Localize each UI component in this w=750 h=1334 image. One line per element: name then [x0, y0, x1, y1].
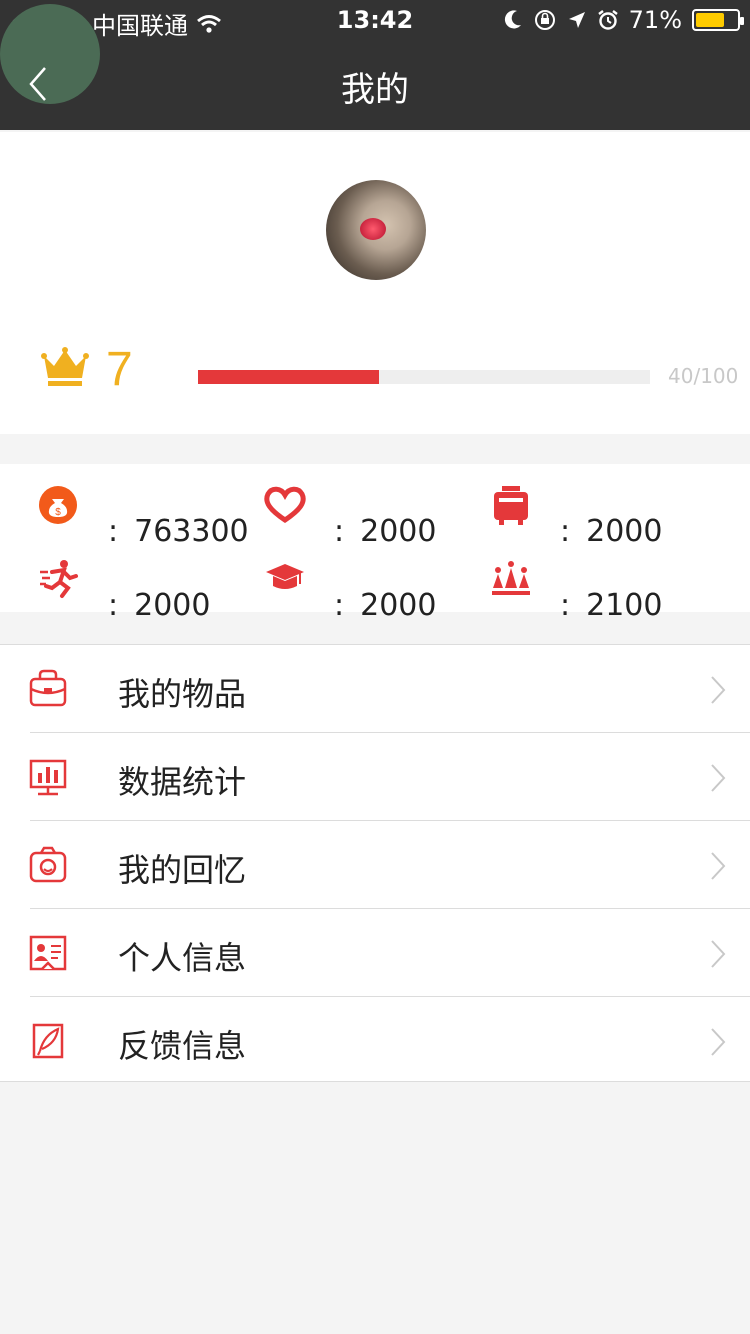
chart-monitor-icon [29, 759, 67, 796]
money-bag-icon: $ [39, 486, 77, 524]
level-progress-text: 40/100 [668, 364, 739, 388]
stat-colon: : [334, 588, 345, 623]
status-bar: 中国联通 13:42 71% [0, 0, 750, 40]
battery-percent: 71% [628, 6, 682, 34]
running-man-icon [40, 560, 78, 598]
feather-pen-icon [32, 1023, 64, 1059]
chevron-right-icon [711, 764, 726, 792]
page-title: 我的 [341, 70, 409, 110]
camera-icon [29, 846, 67, 883]
alarm-icon [597, 10, 618, 30]
stat-value: 2100 [586, 588, 663, 623]
menu-label: 个人信息 [118, 939, 247, 977]
menu-label: 数据统计 [118, 763, 247, 801]
profile-card: 7 40/100 [0, 132, 750, 434]
stat-value: 2000 [586, 514, 663, 549]
pot-icon [494, 486, 528, 525]
stat-value: 2000 [360, 588, 437, 623]
stat-colon: : [560, 514, 571, 549]
graduation-cap-icon [266, 564, 304, 589]
stat-value: 763300 [134, 514, 249, 549]
chevron-right-icon [711, 676, 726, 704]
menu-item-items[interactable]: 我的物品 [0, 645, 750, 733]
stat-colon: : [108, 588, 119, 623]
stat-colon: : [108, 514, 119, 549]
stat-value: 2000 [134, 588, 211, 623]
stats-panel: $ :763300 :2000 :2000 :2000: 2000: 210… [0, 464, 750, 623]
stat-colon: : [334, 514, 345, 549]
bag-icon [29, 669, 67, 707]
heart-icon [264, 486, 306, 524]
user-level: 7 [106, 343, 133, 396]
stat-colon: : [560, 588, 571, 623]
status-right: 71% [503, 6, 744, 34]
location-arrow-icon [568, 12, 585, 28]
menu-item-feedback[interactable]: 反馈信息 [0, 997, 750, 1085]
nav-header: 中国联通 13:42 71% 我的 [0, 0, 750, 130]
menu-item-memories[interactable]: 我的回忆 [0, 821, 750, 909]
menu-label: 反馈信息 [118, 1027, 247, 1065]
chevron-right-icon [711, 940, 726, 968]
menu-label: 我的回忆 [118, 851, 247, 889]
id-card-icon [29, 935, 67, 971]
chevron-right-icon [711, 852, 726, 880]
menu-list: 我的物品 数据统计 我的回忆 个人信息 反馈信息 [0, 644, 750, 1082]
chevron-right-icon [711, 1028, 726, 1056]
crown-icon [41, 347, 89, 386]
moon-icon [504, 10, 521, 29]
avatar[interactable] [326, 180, 426, 280]
menu-item-stats[interactable]: 数据统计 [0, 733, 750, 821]
rotation-lock-icon [534, 10, 555, 30]
stat-value: 2000 [360, 514, 437, 549]
menu-item-profile-info[interactable]: 个人信息 [0, 909, 750, 997]
battery-icon [692, 9, 744, 31]
level-progress-bar [198, 370, 650, 384]
menu-label: 我的物品 [118, 675, 247, 713]
svg-text:$: $ [55, 507, 61, 518]
crowd-icon [492, 561, 530, 595]
